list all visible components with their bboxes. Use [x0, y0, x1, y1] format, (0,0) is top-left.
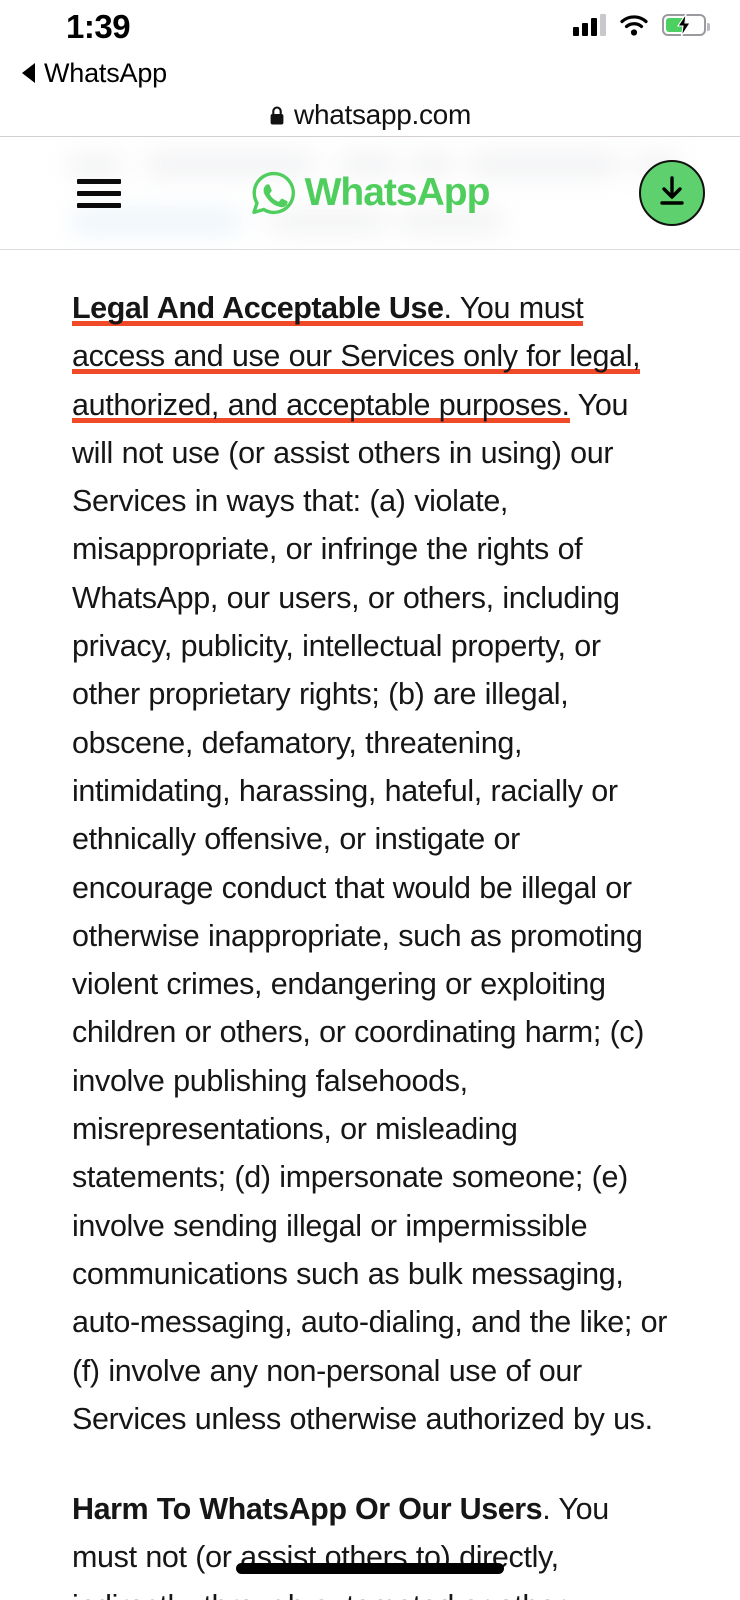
section-heading: Harm To WhatsApp Or Our Users: [72, 1492, 543, 1527]
terms-article: Legal And Acceptable Use. You must acces…: [0, 250, 740, 1600]
section-heading: Legal And Acceptable Use: [72, 291, 444, 327]
back-app-label[interactable]: WhatsApp: [44, 58, 167, 89]
home-indicator: [236, 1563, 504, 1574]
section-harm-to-whatsapp-or-our-users: Harm To WhatsApp Or Our Users. You must …: [72, 1485, 668, 1600]
status-indicators: [573, 14, 710, 36]
ios-status-bar: 1:39: [0, 0, 740, 52]
url-text[interactable]: whatsapp.com: [294, 99, 471, 131]
status-time: 1:39: [66, 8, 131, 45]
lock-icon: [269, 105, 285, 126]
download-button[interactable]: [639, 160, 705, 226]
site-header: WhatsApp: [0, 137, 740, 250]
whatsapp-brand[interactable]: WhatsApp: [251, 170, 490, 216]
download-arrow-icon: [655, 174, 689, 213]
battery-charging-icon: [662, 14, 710, 36]
back-to-app-row[interactable]: WhatsApp: [0, 52, 740, 94]
wifi-icon: [620, 14, 648, 36]
cellular-signal-icon: [573, 14, 606, 36]
phone-screen: 1:39 WhatsApp whatsapp.com WhatsApp Lega…: [0, 0, 740, 1600]
brand-name: WhatsApp: [304, 171, 491, 214]
browser-url-bar[interactable]: whatsapp.com: [0, 94, 740, 136]
back-triangle-icon[interactable]: [22, 63, 35, 83]
hamburger-menu-icon[interactable]: [77, 178, 121, 208]
section-legal-and-acceptable-use: Legal And Acceptable Use. You must acces…: [72, 284, 668, 1443]
section-body: You will not use (or assist others in us…: [72, 387, 668, 1436]
whatsapp-logo-icon: [251, 170, 297, 216]
